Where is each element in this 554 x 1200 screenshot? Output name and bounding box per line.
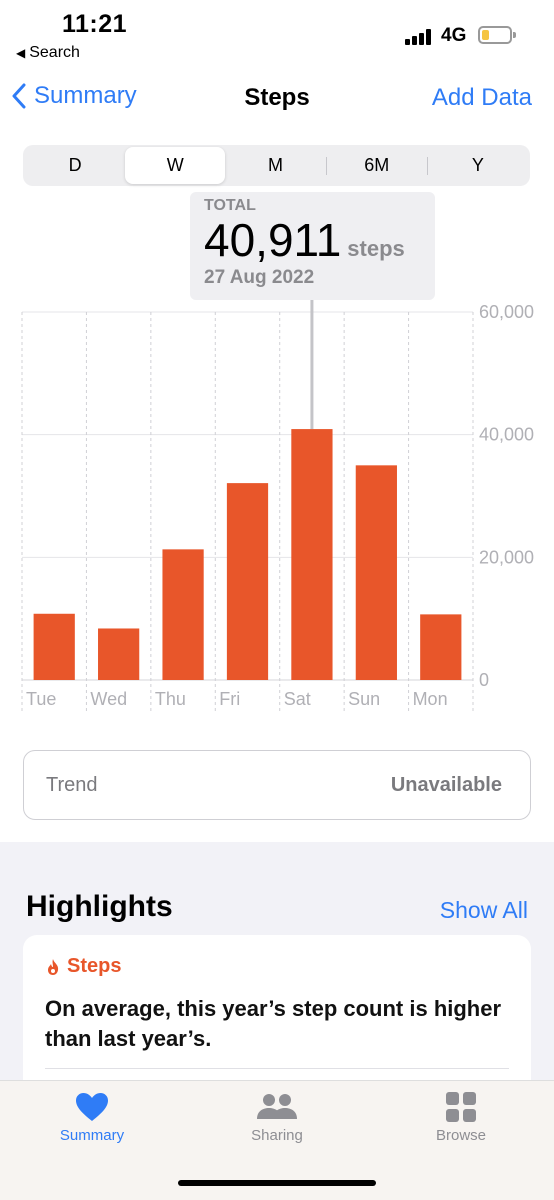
tab-summary[interactable]: Summary	[37, 1091, 147, 1144]
heart-icon	[76, 1093, 108, 1121]
bar[interactable]	[226, 483, 269, 680]
highlight-text: On average, this year’s step count is hi…	[45, 996, 502, 1051]
back-triangle-icon: ◀	[16, 46, 26, 60]
trend-value: Unavailable	[390, 773, 502, 796]
selection-callout: TOTAL 40,911 steps 27 Aug 2022	[190, 192, 435, 300]
x-tick-label: Mon	[413, 689, 448, 709]
callout-unit: steps	[347, 236, 405, 261]
bar[interactable]	[162, 549, 204, 680]
card-divider	[45, 1068, 509, 1069]
bar[interactable]	[33, 613, 75, 680]
chevron-left-icon	[12, 83, 26, 109]
signal-icon	[405, 27, 435, 45]
x-tick-label: Tue	[26, 689, 56, 709]
tab-sharing-label: Sharing	[251, 1127, 303, 1144]
x-tick-label: Thu	[155, 689, 186, 709]
x-tick-label: Fri	[219, 689, 240, 709]
callout-date: 27 Aug 2022	[204, 267, 315, 288]
back-button[interactable]: Summary	[12, 82, 137, 110]
callout-value: 40,911	[204, 214, 342, 266]
x-tick-label: Sun	[348, 689, 380, 709]
tab-summary-label: Summary	[59, 1127, 125, 1144]
y-tick-label: 40,000	[479, 425, 534, 445]
bar[interactable]	[98, 628, 140, 680]
y-tick-label: 60,000	[479, 302, 534, 322]
add-data-button[interactable]: Add Data	[432, 84, 532, 112]
steps-bar-chart[interactable]: 60,000 40,000 20,000 0 Tue Wed Thu Fri Sat Sun Mon	[0, 300, 554, 720]
highlights-title: Highlights	[26, 890, 173, 923]
tab-browse[interactable]: Browse	[406, 1091, 516, 1144]
callout-label: TOTAL	[204, 197, 256, 214]
status-back-label: Search	[29, 44, 80, 61]
page-title: Steps	[244, 84, 310, 111]
show-all-button[interactable]: Show All	[440, 897, 528, 924]
bar[interactable]	[355, 465, 397, 680]
tab-browse-label: Browse	[435, 1127, 487, 1144]
back-button-label: Summary	[34, 82, 137, 109]
x-tick-label: Sat	[284, 689, 311, 709]
highlight-category: Steps	[67, 955, 122, 977]
bar[interactable]	[420, 614, 462, 680]
status-back-link[interactable]: ◀ Search	[16, 44, 80, 62]
flame-icon	[48, 958, 59, 975]
segment-month[interactable]: M	[225, 147, 325, 184]
segment-week[interactable]: W	[125, 147, 226, 184]
segment-six-month[interactable]: 6M	[327, 147, 427, 184]
status-time: 11:21	[62, 10, 128, 38]
home-indicator	[178, 1180, 376, 1186]
tab-sharing[interactable]: Sharing	[222, 1091, 332, 1144]
trend-label: Trend	[46, 773, 98, 796]
network-type: 4G	[441, 25, 467, 46]
period-segmented-control: D W M 6M Y	[23, 145, 530, 186]
grid-icon	[446, 1092, 476, 1122]
trend-row[interactable]: Trend Unavailable	[23, 750, 531, 820]
bar[interactable]	[291, 429, 333, 680]
segment-year[interactable]: Y	[428, 147, 528, 184]
y-tick-label: 0	[479, 670, 489, 690]
segment-day[interactable]: D	[25, 147, 125, 184]
battery-icon	[478, 26, 516, 44]
y-tick-label: 20,000	[479, 547, 534, 567]
x-tick-label: Wed	[90, 689, 127, 709]
people-icon	[257, 1094, 297, 1119]
